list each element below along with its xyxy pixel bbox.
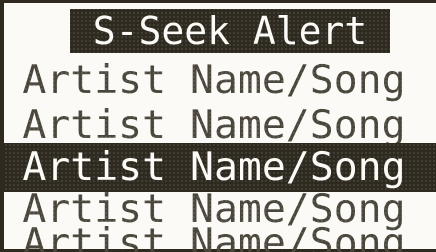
title-row: S-Seek Alert xyxy=(4,9,436,53)
list-item[interactable]: Artist Name/Song xyxy=(4,226,436,252)
list-item-label: Artist Name/Song xyxy=(22,58,406,103)
lcd-screen: S-Seek Alert Artist Name/Song Artist Nam… xyxy=(0,0,436,252)
title-bar: S-Seek Alert xyxy=(70,9,390,53)
list-item-label: Artist Name/Song xyxy=(22,103,406,148)
list-item-label: Artist Name/Song xyxy=(22,145,406,190)
list-item-label: Artist Name/Song xyxy=(22,187,406,232)
screen-title: S-Seek Alert xyxy=(92,9,368,53)
list-item[interactable]: Artist Name/Song xyxy=(4,56,436,105)
list-item-label: Artist Name/Song xyxy=(22,226,406,252)
